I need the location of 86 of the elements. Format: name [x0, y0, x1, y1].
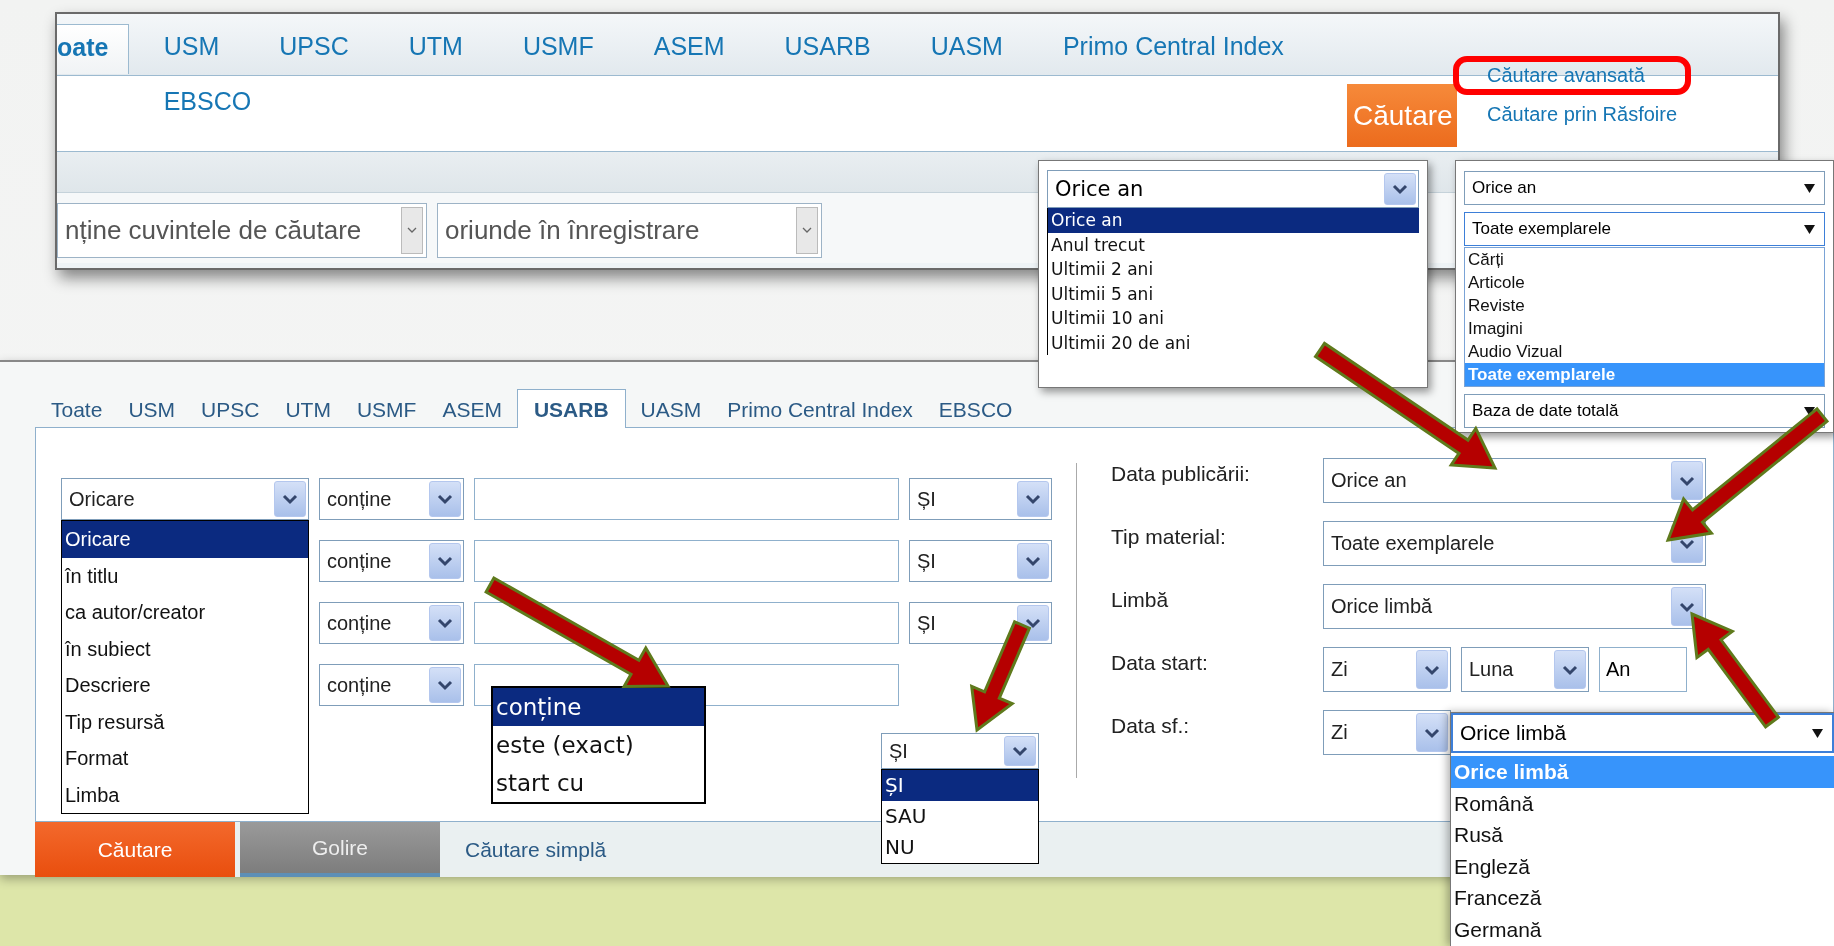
dropdown-option[interactable]: SAU — [882, 801, 1038, 832]
dropdown-option[interactable]: ȘI — [882, 770, 1038, 801]
tab[interactable]: Toate — [40, 393, 114, 428]
tab[interactable]: USM — [163, 24, 220, 69]
dropdown-option[interactable]: Articole — [1465, 271, 1824, 294]
simple-search-link[interactable]: Căutare simplă — [465, 837, 607, 862]
dropdown[interactable]: conține — [319, 602, 464, 644]
dropdown-option[interactable]: Limba — [62, 776, 308, 813]
dropdown-option[interactable]: Descriere — [62, 667, 308, 704]
dropdown-option[interactable]: Cărți — [1465, 248, 1824, 271]
field-label: Data sf.: — [1111, 713, 1191, 739]
dropdown[interactable]: Zi — [1323, 647, 1451, 692]
dropdown-option[interactable]: Franceză — [1451, 882, 1834, 914]
tab[interactable]: UPSC — [190, 393, 271, 428]
search-term-field[interactable] — [474, 602, 899, 644]
dropdown-option[interactable]: NU — [882, 832, 1038, 863]
dropdown-option[interactable]: Audio Vizual — [1465, 340, 1824, 363]
tab[interactable]: UPSC — [279, 24, 349, 69]
dropdown-option[interactable]: Reviste — [1465, 294, 1824, 317]
dropdown-option[interactable]: în subiect — [62, 630, 308, 667]
dropdown-option[interactable]: Orice an — [1048, 208, 1419, 233]
field-label: Data start: — [1111, 650, 1209, 676]
dropdown-option[interactable]: Română — [1451, 787, 1834, 819]
dropdown[interactable]: ȘI — [909, 478, 1052, 520]
dropdown-option[interactable]: Format — [62, 740, 308, 777]
tab[interactable]: USARB — [784, 24, 871, 69]
dropdown[interactable]: Orice an — [1323, 458, 1706, 503]
dropdown-option[interactable]: Germană — [1451, 913, 1834, 945]
tab[interactable]: USMF — [345, 393, 428, 428]
dropdown[interactable]: conține — [319, 540, 464, 582]
tab[interactable]: USM — [117, 393, 187, 428]
dropdown[interactable]: Orice an — [1047, 170, 1419, 208]
tab[interactable]: EBSCO — [163, 79, 252, 124]
dropdown-option[interactable]: Ultimii 10 ani — [1048, 306, 1419, 331]
dropdown-arrow-icon — [1804, 183, 1815, 193]
dropdown[interactable]: Orice limbă — [1451, 713, 1834, 753]
year-field[interactable]: An — [1599, 647, 1687, 692]
field-label: Tip material: — [1111, 524, 1227, 550]
link[interactable]: Căutare avansată — [1453, 56, 1691, 95]
tab[interactable]: ASEM — [431, 393, 513, 428]
dropdown[interactable]: Baza de date totală — [1464, 394, 1825, 428]
tab[interactable]: oate — [57, 24, 129, 74]
tab[interactable]: ASEM — [653, 24, 725, 69]
tab[interactable]: UTM — [408, 24, 463, 69]
dropdown-arrow-icon — [1812, 728, 1823, 738]
tab[interactable]: Primo Central Index — [1062, 24, 1284, 69]
dropdown-option[interactable]: ca autor/creator — [62, 594, 308, 631]
dropdown[interactable]: oriunde în înregistrare — [437, 203, 822, 258]
tab[interactable]: UASM — [629, 393, 713, 428]
dropdown[interactable]: conține — [319, 664, 464, 706]
dropdown-option[interactable]: Rusă — [1451, 819, 1834, 851]
dropdown[interactable]: Orice an — [1464, 171, 1825, 205]
dropdown-option[interactable]: în titlu — [62, 557, 308, 594]
dropdown[interactable]: Zi — [1323, 710, 1451, 755]
tab[interactable]: USARB — [516, 389, 626, 428]
dropdown[interactable]: Toate exemplarele — [1323, 521, 1706, 566]
dropdown-arrow-icon — [1804, 224, 1815, 234]
dropdown-option[interactable]: Oricare — [62, 521, 308, 558]
dropdown[interactable]: Oricare — [61, 478, 309, 520]
tab[interactable]: UTM — [274, 393, 342, 428]
dropdown-option[interactable]: Ultimii 20 de ani — [1048, 330, 1419, 355]
dropdown-option[interactable]: Imagini — [1465, 317, 1824, 340]
dropdown[interactable]: conține — [319, 478, 464, 520]
dropdown-option[interactable]: Engleză — [1451, 850, 1834, 882]
search-term-field[interactable] — [474, 478, 899, 520]
dropdown-option[interactable]: start cu — [493, 764, 704, 802]
field-label: Data publicării: — [1111, 461, 1251, 487]
dropdown-option[interactable]: este (exact) — [493, 726, 704, 764]
tab[interactable]: UASM — [930, 24, 1003, 69]
dropdown-option[interactable]: Ultimii 5 ani — [1048, 281, 1419, 306]
tab[interactable]: EBSCO — [927, 393, 1024, 428]
dropdown[interactable]: Orice limbă — [1323, 584, 1706, 629]
dropdown[interactable]: ȘI — [881, 733, 1039, 769]
dropdown-option[interactable]: conține — [493, 688, 704, 726]
tab[interactable]: Primo Central Index — [716, 393, 924, 428]
dropdown[interactable]: ȘI — [909, 540, 1052, 582]
dropdown-option[interactable]: Ultimii 2 ani — [1048, 257, 1419, 282]
dropdown[interactable]: Luna — [1461, 647, 1589, 692]
dropdown-option[interactable]: Anul trecut — [1048, 232, 1419, 257]
dropdown[interactable]: ȘI — [909, 602, 1052, 644]
tab[interactable]: USMF — [522, 24, 594, 69]
field-label: Limbă — [1111, 587, 1170, 613]
search-term-field[interactable] — [474, 540, 899, 582]
dropdown-option[interactable]: Tip resursă — [62, 703, 308, 740]
dropdown[interactable]: Toate exemplarele — [1464, 212, 1825, 246]
dropdown[interactable]: nține cuvintele de căutare — [57, 203, 427, 258]
